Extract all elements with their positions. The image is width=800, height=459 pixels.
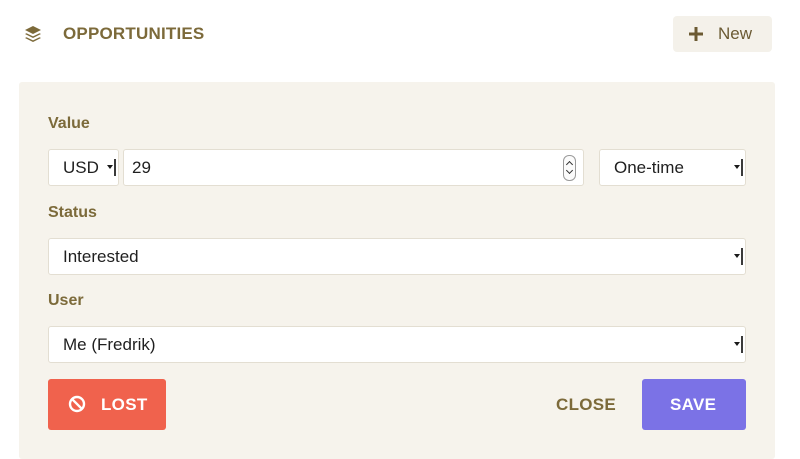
status-label: Status [48, 204, 97, 221]
currency-select[interactable]: USD [48, 149, 119, 186]
chevron-down-icon [734, 336, 743, 353]
save-button[interactable]: SAVE [642, 379, 746, 430]
header: OPPORTUNITIES New [0, 0, 800, 70]
new-button-label: New [718, 24, 753, 43]
status-value: Interested [63, 247, 139, 266]
chevron-down-icon [734, 159, 743, 176]
close-button-label: CLOSE [556, 395, 617, 414]
user-select[interactable]: Me (Fredrik) [48, 326, 746, 363]
ban-icon [68, 395, 86, 413]
chevron-down-icon [107, 159, 116, 176]
value-label: Value [48, 115, 90, 132]
layers-icon [25, 26, 41, 42]
user-value: Me (Fredrik) [63, 335, 156, 354]
save-button-label: SAVE [670, 395, 717, 414]
status-select[interactable]: Interested [48, 238, 746, 275]
new-opportunity-button[interactable]: New [673, 16, 772, 52]
amount-value: 29 [132, 158, 151, 177]
frequency-select[interactable]: One-time [599, 149, 746, 186]
lost-button-label: LOST [101, 395, 148, 414]
currency-value: USD [63, 158, 99, 177]
number-spinner-icon[interactable] [563, 155, 576, 181]
lost-button[interactable]: LOST [48, 379, 166, 430]
plus-icon [689, 27, 703, 41]
close-button[interactable]: CLOSE [546, 386, 624, 422]
frequency-value: One-time [614, 158, 684, 177]
user-label: User [48, 292, 84, 309]
chevron-down-icon [734, 248, 743, 265]
amount-input[interactable]: 29 [123, 149, 584, 186]
page-title: OPPORTUNITIES [63, 24, 205, 43]
